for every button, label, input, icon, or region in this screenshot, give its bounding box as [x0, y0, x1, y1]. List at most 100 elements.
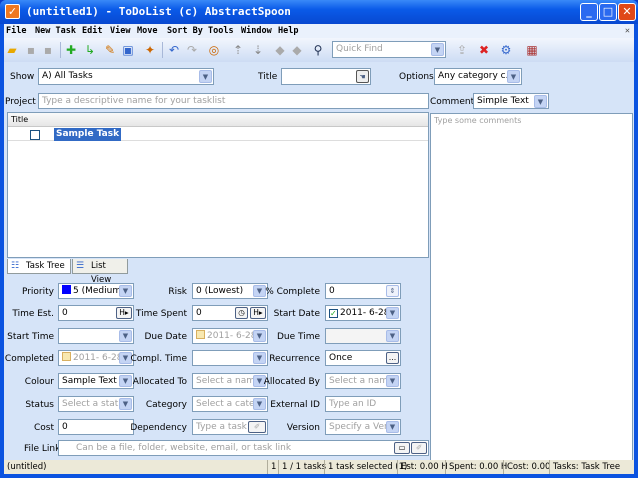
time-spent-label: Time Spent — [135, 309, 187, 319]
back-icon[interactable]: ◆ — [272, 42, 288, 58]
forward-icon[interactable]: ◆ — [289, 42, 305, 58]
follow-link-icon[interactable]: ✐ — [248, 421, 266, 433]
close-document-icon[interactable]: ✕ — [625, 26, 630, 36]
open-link-icon[interactable]: ✐ — [411, 442, 427, 454]
save-icon[interactable]: ▪ — [23, 42, 39, 58]
date-checkbox[interactable] — [196, 330, 205, 339]
external-id-input[interactable]: Type an ID — [325, 396, 401, 412]
chevron-down-icon[interactable]: ▼ — [119, 330, 132, 342]
time-est-input[interactable]: 0 H▸ — [58, 305, 134, 321]
options-select[interactable]: Any category c... ▼ — [434, 68, 522, 85]
chevron-down-icon[interactable]: ▼ — [119, 285, 132, 297]
status-input[interactable]: Select a status ▼ — [58, 396, 134, 412]
task-row[interactable]: Sample Task — [8, 128, 428, 141]
comments-format-select[interactable]: Simple Text ▼ — [473, 93, 549, 109]
calendar-icon[interactable]: ▦ — [524, 42, 540, 58]
recurrence-options-button[interactable]: … — [386, 352, 399, 364]
chevron-down-icon[interactable]: ▼ — [386, 330, 399, 342]
start-date-input[interactable]: ✓ 2011- 6-28 ▼ — [325, 305, 401, 321]
tab-list-view[interactable]: ☰ List View — [72, 259, 128, 285]
timer-clock-icon[interactable]: ◷ — [235, 307, 248, 319]
time-spent-input[interactable]: 0 H▸ ◷ — [192, 305, 268, 321]
due-time-input[interactable]: ▼ — [325, 328, 401, 344]
time-units-button[interactable]: H▸ — [116, 307, 132, 319]
recurrence-input[interactable]: Once… — [325, 350, 401, 366]
save-all-icon[interactable]: ▪ — [40, 42, 56, 58]
menu-file[interactable]: File — [6, 26, 26, 36]
preferences-icon[interactable]: ◎ — [206, 42, 222, 58]
menu-help[interactable]: Help — [278, 26, 298, 36]
colour-input[interactable]: Sample Text ▼ — [58, 373, 134, 389]
comments-textarea[interactable]: Type some comments — [430, 113, 633, 471]
spin-arrows-icon[interactable]: ⇕ — [386, 285, 399, 297]
due-date-input[interactable]: 2011- 6-28 ▼ — [192, 328, 268, 344]
tab-task-tree[interactable]: ☷ Task Tree — [7, 259, 71, 274]
new-task-icon[interactable]: ✚ — [63, 42, 79, 58]
menu-edit[interactable]: Edit — [82, 26, 102, 36]
task-title[interactable]: Sample Task — [54, 128, 122, 141]
compl-time-input[interactable]: ▼ — [192, 350, 268, 366]
-complete-input[interactable]: 0 ⇕ — [325, 283, 401, 299]
title-filter-input[interactable]: ☚ — [281, 68, 371, 85]
menu-move[interactable]: Move — [137, 26, 157, 36]
chevron-down-icon[interactable]: ▼ — [386, 421, 399, 433]
redo-icon[interactable]: ↷ — [184, 42, 200, 58]
new-subtask-icon[interactable]: ↳ — [82, 42, 98, 58]
apply-filter-icon[interactable]: ☚ — [356, 70, 369, 83]
status-count: 1 — [267, 460, 276, 474]
chevron-down-icon[interactable]: ▼ — [253, 330, 266, 342]
move-down-icon[interactable]: ⇣ — [250, 42, 266, 58]
find-icon[interactable]: ⚲ — [310, 42, 326, 58]
chevron-down-icon[interactable]: ▼ — [253, 398, 266, 410]
maximize-button[interactable]: □ — [599, 3, 617, 21]
chevron-down-icon[interactable]: ▼ — [534, 95, 547, 108]
file-link-input[interactable]: Can be a file, folder, website, email, o… — [58, 440, 429, 456]
menu-tools[interactable]: Tools — [208, 26, 234, 36]
project-name-input[interactable]: Type a descriptive name for your tasklis… — [38, 93, 429, 109]
chevron-down-icon[interactable]: ▼ — [253, 285, 266, 297]
category-input[interactable]: Select a categc ▼ — [192, 396, 268, 412]
show-filter-select[interactable]: A) All Tasks ▼ — [38, 68, 214, 85]
chevron-down-icon[interactable]: ▼ — [386, 375, 399, 387]
dependency-input[interactable]: Type a task II ✐ — [192, 419, 268, 435]
start-time-input[interactable]: ▼ — [58, 328, 134, 344]
time-units-button[interactable]: H▸ — [250, 307, 266, 319]
date-checkbox[interactable]: ✓ — [329, 309, 338, 318]
delete-icon[interactable]: ✖ — [476, 42, 492, 58]
chevron-down-icon[interactable]: ▼ — [386, 307, 399, 319]
completed-input[interactable]: 2011- 6-28 ▼ — [58, 350, 134, 366]
browse-folder-icon[interactable]: ▭ — [394, 442, 410, 454]
chevron-down-icon[interactable]: ▼ — [253, 352, 266, 364]
allocated-to-input[interactable]: Select a name ▼ — [192, 373, 268, 389]
menu-new-task[interactable]: New Task — [35, 26, 76, 36]
goto-icon[interactable]: ⇪ — [454, 42, 470, 58]
chevron-down-icon[interactable]: ▼ — [507, 70, 520, 83]
task-tree[interactable]: Title Sample Task — [7, 112, 429, 258]
close-button[interactable]: ✕ — [618, 3, 636, 21]
chevron-down-icon[interactable]: ▼ — [119, 398, 132, 410]
chevron-down-icon[interactable]: ▼ — [199, 70, 212, 83]
open-icon[interactable]: ▰ — [4, 42, 20, 58]
quick-find-input[interactable]: Quick Find ▼ — [332, 41, 446, 58]
delete-task-icon[interactable]: ✦ — [142, 42, 158, 58]
minimize-button[interactable]: _ — [580, 3, 598, 21]
status-cost: Cost: 0.00 — [503, 460, 550, 474]
move-up-icon[interactable]: ⇡ — [230, 42, 246, 58]
version-input[interactable]: Specify a Versi ▼ — [325, 419, 401, 435]
priority-input[interactable]: 5 (Medium) ▼ — [58, 283, 134, 299]
chevron-down-icon[interactable]: ▼ — [431, 43, 444, 56]
edit-icon[interactable]: ✎ — [102, 42, 118, 58]
menu-sort-by[interactable]: Sort By — [167, 26, 203, 36]
cost-input[interactable]: 0 — [58, 419, 134, 435]
allocated-by-input[interactable]: Select a name ▼ — [325, 373, 401, 389]
task-checkbox[interactable] — [30, 130, 40, 140]
column-header-title[interactable]: Title — [8, 113, 428, 127]
menu-view[interactable]: View — [110, 26, 130, 36]
menu-window[interactable]: Window — [241, 26, 272, 36]
settings-gear-icon[interactable]: ⚙ — [498, 42, 514, 58]
undo-icon[interactable]: ↶ — [166, 42, 182, 58]
risk-input[interactable]: 0 (Lowest) ▼ — [192, 283, 268, 299]
chevron-down-icon[interactable]: ▼ — [119, 375, 132, 387]
date-checkbox[interactable] — [62, 352, 71, 361]
task-card-icon[interactable]: ▣ — [120, 42, 136, 58]
